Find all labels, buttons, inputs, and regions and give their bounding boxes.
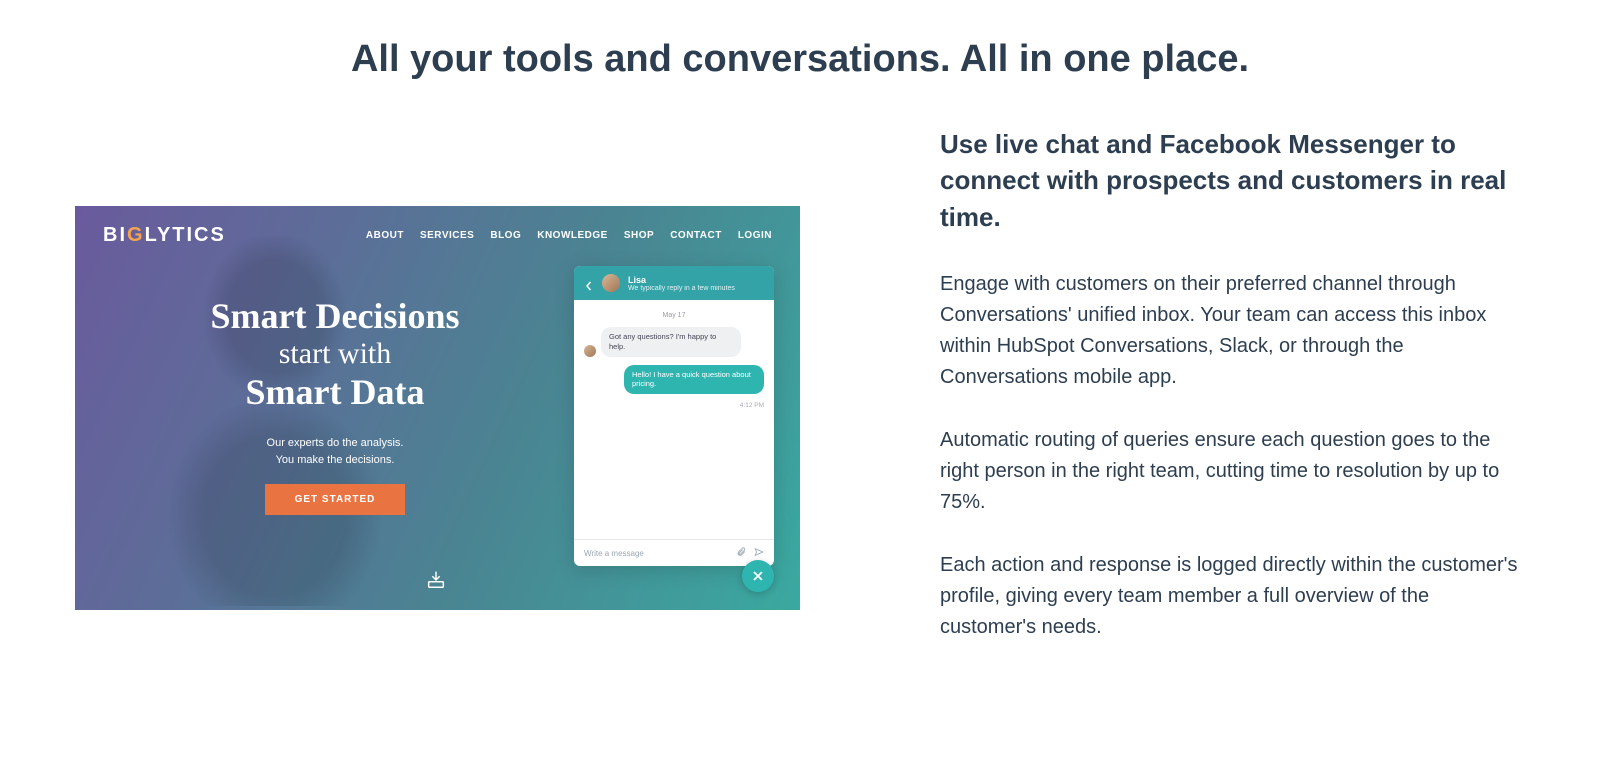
demo-column: BIGLYTICS ABOUT SERVICES BLOG KNOWLEDGE … xyxy=(75,206,800,610)
chat-msg-agent-row: Got any questions? I'm happy to help. xyxy=(584,327,764,357)
nav-services[interactable]: SERVICES xyxy=(420,230,474,241)
nav-about[interactable]: ABOUT xyxy=(366,230,404,241)
description-column: Use live chat and Facebook Messenger to … xyxy=(940,126,1525,675)
get-started-button[interactable]: GET STARTED xyxy=(265,484,406,515)
paragraph-3: Each action and response is logged direc… xyxy=(940,550,1525,643)
nav-login[interactable]: LOGIN xyxy=(738,230,772,241)
chat-agent-name: Lisa xyxy=(628,275,735,285)
logo-text-prefix: BI xyxy=(103,224,127,246)
chat-reply-time: We typically reply in a few minutes xyxy=(628,285,735,292)
nav-blog[interactable]: BLOG xyxy=(490,230,521,241)
hero-heading-2: start with xyxy=(75,337,595,372)
hero-sub-2: You make the decisions. xyxy=(75,452,595,469)
paragraph-2: Automatic routing of queries ensure each… xyxy=(940,425,1525,518)
chat-msg-user-row: Hello! I have a quick question about pri… xyxy=(584,365,764,395)
chat-msg-agent: Got any questions? I'm happy to help. xyxy=(601,327,741,357)
hero-heading-1: Smart Decisions xyxy=(75,296,595,337)
chat-input-placeholder: Write a message xyxy=(584,549,644,558)
chat-input-icons xyxy=(736,547,764,559)
page-title: All your tools and conversations. All in… xyxy=(0,0,1600,91)
chat-agent-avatar xyxy=(602,274,620,292)
logo-accent-letter: G xyxy=(127,224,145,246)
demo-hero: Smart Decisions start with Smart Data Ou… xyxy=(75,296,595,515)
hero-subtext: Our experts do the analysis. You make th… xyxy=(75,435,595,468)
content-container: BIGLYTICS ABOUT SERVICES BLOG KNOWLEDGE … xyxy=(0,206,1600,675)
hero-heading-3: Smart Data xyxy=(75,372,595,413)
demo-site-header: BIGLYTICS ABOUT SERVICES BLOG KNOWLEDGE … xyxy=(75,206,800,247)
section-heading: Use live chat and Facebook Messenger to … xyxy=(940,126,1525,235)
hero-sub-1: Our experts do the analysis. xyxy=(75,435,595,452)
chat-back-icon[interactable] xyxy=(584,278,594,288)
attachment-icon[interactable] xyxy=(736,547,746,559)
demo-nav: ABOUT SERVICES BLOG KNOWLEDGE SHOP CONTA… xyxy=(366,230,772,241)
nav-shop[interactable]: SHOP xyxy=(624,230,654,241)
chat-header-text: Lisa We typically reply in a few minutes xyxy=(628,275,735,292)
chat-header: Lisa We typically reply in a few minutes xyxy=(574,266,774,300)
chat-close-button[interactable] xyxy=(742,560,774,592)
demo-screenshot: BIGLYTICS ABOUT SERVICES BLOG KNOWLEDGE … xyxy=(75,206,800,610)
send-icon[interactable] xyxy=(754,547,764,559)
msg-avatar xyxy=(584,345,596,357)
nav-contact[interactable]: CONTACT xyxy=(670,230,722,241)
chat-date: May 17 xyxy=(584,312,764,319)
chat-timestamp: 4:12 PM xyxy=(584,402,764,409)
chat-input-bar[interactable]: Write a message xyxy=(574,539,774,566)
download-icon[interactable] xyxy=(425,568,447,590)
logo-text-suffix: LYTICS xyxy=(145,224,226,246)
chat-widget: Lisa We typically reply in a few minutes… xyxy=(574,266,774,566)
paragraph-1: Engage with customers on their preferred… xyxy=(940,269,1525,393)
chat-msg-user: Hello! I have a quick question about pri… xyxy=(624,365,764,395)
nav-knowledge[interactable]: KNOWLEDGE xyxy=(537,230,608,241)
demo-logo: BIGLYTICS xyxy=(103,224,226,247)
chat-body: May 17 Got any questions? I'm happy to h… xyxy=(574,300,774,539)
